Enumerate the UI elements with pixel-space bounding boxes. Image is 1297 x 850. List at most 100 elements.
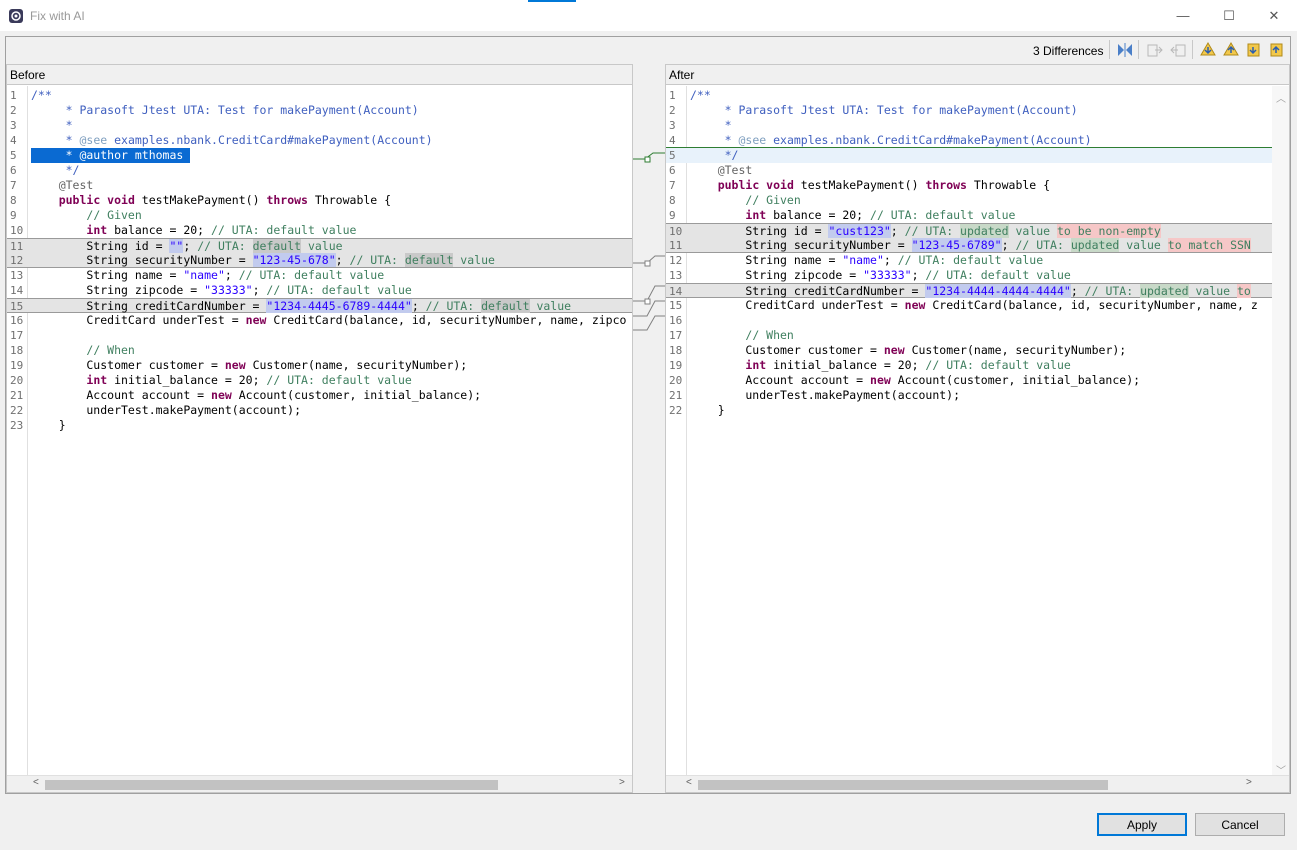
before-code-line-2[interactable]: 2 * Parasoft Jtest UTA: Test for makePay… [7,103,632,118]
after-code-line-15[interactable]: 15 CreditCard underTest = new CreditCard… [666,298,1272,313]
next-change-icon[interactable] [1245,41,1263,59]
title-bar: Fix with AI — ☐ ✕ [0,0,1297,31]
before-code-line-17[interactable]: 17 [7,328,632,343]
scrollbar-thumb[interactable] [45,780,498,790]
after-horizontal-scrollbar[interactable]: < > [666,775,1289,792]
maximize-icon: ☐ [1223,7,1235,23]
before-code-line-22[interactable]: 22 underTest.makePayment(account); [7,403,632,418]
copy-left-to-right-icon[interactable] [1146,41,1164,59]
scroll-up-icon[interactable]: ︿ [1276,90,1286,105]
line-number: 1 [669,89,676,102]
after-code-line-10[interactable]: 10 String id = "cust123"; // UTA: update… [666,223,1272,238]
after-code-line-18[interactable]: 18 Customer customer = new Customer(name… [666,343,1272,358]
scrollbar-thumb[interactable] [698,780,1108,790]
after-code-line-1[interactable]: 1 /** [666,88,1272,103]
before-code-line-19[interactable]: 19 Customer customer = new Customer(name… [7,358,632,373]
after-code-line-13[interactable]: 13 String zipcode = "33333"; // UTA: def… [666,268,1272,283]
before-code-line-1[interactable]: 1 /** [7,88,632,103]
code-text: Account account = new Account(customer, … [690,373,1141,387]
after-code-line-9[interactable]: 9 int balance = 20; // UTA: default valu… [666,208,1272,223]
scroll-left-icon[interactable]: < [686,777,692,788]
previous-difference-icon[interactable] [1222,41,1240,59]
before-code-line-20[interactable]: 20 int initial_balance = 20; // UTA: def… [7,373,632,388]
previous-change-icon[interactable] [1268,41,1286,59]
after-code-line-8[interactable]: 8 // Given [666,193,1272,208]
before-code-line-18[interactable]: 18 // When [7,343,632,358]
line-number: 21 [10,389,24,402]
after-code-line-4[interactable]: 4 * @see examples.nbank.CreditCard#makeP… [666,133,1272,148]
minimize-button[interactable]: — [1160,0,1206,31]
after-code-line-2[interactable]: 2 * Parasoft Jtest UTA: Test for makePay… [666,103,1272,118]
after-code-line-16[interactable]: 16 [666,313,1272,328]
before-pane-header: Before [7,65,632,85]
before-code-line-14[interactable]: 14 String zipcode = "33333"; // UTA: def… [7,283,632,298]
before-code-line-3[interactable]: 3 * [7,118,632,133]
code-text: String zipcode = "33333"; // UTA: defaul… [31,283,412,297]
code-text: Account account = new Account(customer, … [31,388,482,402]
cancel-button[interactable]: Cancel [1195,813,1285,836]
line-number: 22 [669,404,683,417]
copy-right-to-left-icon[interactable] [1169,41,1187,59]
code-text: public void testMakePayment() throws Thr… [58,193,392,207]
after-vertical-scrollbar[interactable]: ︿ ﹀ [1272,86,1289,777]
after-code-line-12[interactable]: 12 String name = "name"; // UTA: default… [666,253,1272,268]
after-code-editor[interactable]: 1/** 2 * Parasoft Jtest UTA: Test for mak… [666,86,1272,776]
copy-all-icon[interactable] [1116,41,1134,59]
after-code-line-11[interactable]: 11 String securityNumber = "123-45-6789"… [666,238,1272,253]
line-number: 6 [669,164,676,177]
code-text: @Test [58,178,94,192]
code-text: int initial_balance = 20; // UTA: defaul… [86,373,412,387]
scroll-right-icon[interactable]: > [619,777,625,788]
close-button[interactable]: ✕ [1251,0,1297,31]
line-number: 16 [10,314,24,327]
before-code-line-9[interactable]: 9 // Given [7,208,632,223]
before-code-line-23[interactable]: 23 } [7,418,632,433]
next-difference-icon[interactable] [1199,41,1217,59]
code-text: String creditCardNumber = "1234-4444-444… [690,284,1251,298]
before-code-line-7[interactable]: 7 @Test [7,178,632,193]
apply-button[interactable]: Apply [1097,813,1187,836]
after-code-line-17[interactable]: 17 // When [666,328,1272,343]
line-number: 12 [669,254,683,267]
app-icon [9,9,23,23]
code-text: String securityNumber = "123-45-678"; //… [31,253,495,267]
line-number: 8 [10,194,17,207]
after-code-line-19[interactable]: 19 int initial_balance = 20; // UTA: def… [666,358,1272,373]
line-number: 22 [10,404,24,417]
scroll-left-icon[interactable]: < [33,777,39,788]
line-number: 6 [10,164,17,177]
before-code-line-16[interactable]: 16 CreditCard underTest = new CreditCard… [7,313,632,328]
line-number: 13 [10,269,24,282]
after-code-line-20[interactable]: 20 Account account = new Account(custome… [666,373,1272,388]
before-code-line-5[interactable]: 5 * @author mthomas [7,148,632,163]
after-code-line-5[interactable]: 5 */ [666,148,1272,163]
code-text: int balance = 20; // UTA: default value [86,223,357,237]
after-code-line-6[interactable]: 6 @Test [666,163,1272,178]
before-code-line-15[interactable]: 15 String creditCardNumber = "1234-4445-… [7,298,632,313]
code-text: String name = "name"; // UTA: default va… [31,268,385,282]
line-number: 5 [669,149,676,162]
before-code-editor[interactable]: 1/** 2 * Parasoft Jtest UTA: Test for mak… [7,86,632,776]
line-number: 11 [10,240,24,253]
line-number: 2 [10,104,17,117]
before-horizontal-scrollbar[interactable]: < > [7,775,632,792]
line-number: 4 [669,134,676,147]
before-code-line-11[interactable]: 11 String id = ""; // UTA: default value [7,238,632,253]
code-text: Customer customer = new Customer(name, s… [690,343,1127,357]
after-code-line-3[interactable]: 3 * [666,118,1272,133]
before-code-line-21[interactable]: 21 Account account = new Account(custome… [7,388,632,403]
before-code-line-6[interactable]: 6 */ [7,163,632,178]
before-code-line-12[interactable]: 12 String securityNumber = "123-45-678";… [7,253,632,268]
after-code-line-22[interactable]: 22 } [666,403,1272,418]
after-code-line-14[interactable]: 14 String creditCardNumber = "1234-4444-… [666,283,1272,298]
maximize-button[interactable]: ☐ [1206,0,1252,31]
before-code-line-13[interactable]: 13 String name = "name"; // UTA: default… [7,268,632,283]
before-code-line-10[interactable]: 10 int balance = 20; // UTA: default val… [7,223,632,238]
before-code-line-8[interactable]: 8 public void testMakePayment() throws T… [7,193,632,208]
after-code-line-7[interactable]: 7 public void testMakePayment() throws T… [666,178,1272,193]
before-code-line-4[interactable]: 4 * @see examples.nbank.CreditCard#makeP… [7,133,632,148]
line-number: 21 [669,389,683,402]
code-text: */ [690,148,739,162]
scroll-right-icon[interactable]: > [1246,777,1252,788]
after-code-line-21[interactable]: 21 underTest.makePayment(account); [666,388,1272,403]
